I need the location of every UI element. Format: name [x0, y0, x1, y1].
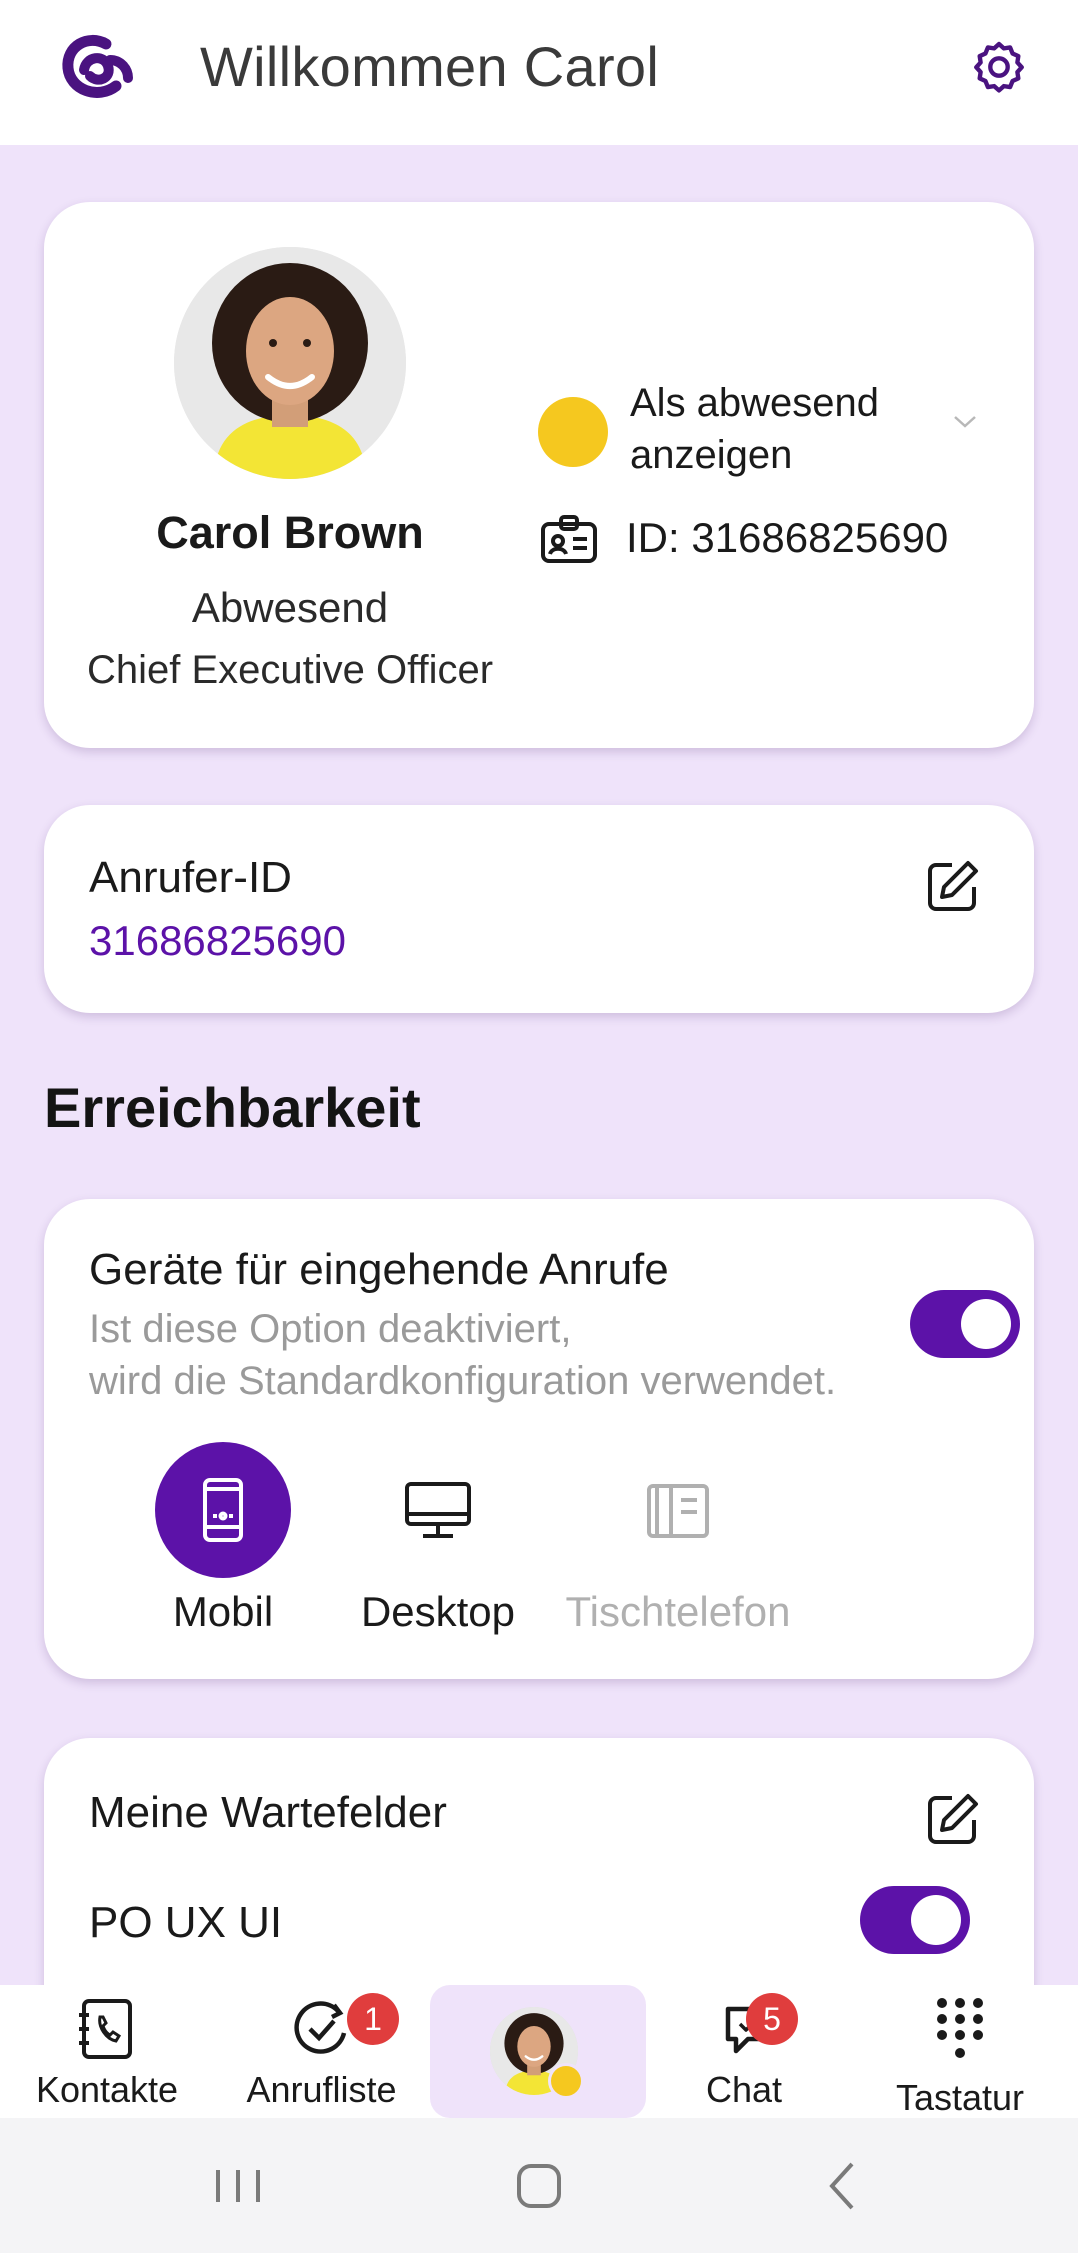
queues-title: Meine Wartefelder: [89, 1788, 447, 1837]
desk-phone-icon: [647, 1484, 709, 1538]
profile-name: Carol Brown: [156, 507, 424, 558]
caller-id-value: 31686825690: [89, 917, 346, 964]
device-mobile[interactable]: Mobil: [113, 1442, 333, 1636]
device-desktop-label: Desktop: [360, 1588, 516, 1635]
main-content[interactable]: Carol Brown Abwesend Chief Executive Off…: [0, 145, 1078, 1985]
nav-call-history[interactable]: 1 Anrufliste: [214, 1985, 429, 2118]
device-desktop[interactable]: Desktop: [328, 1442, 548, 1636]
presence-status-dot: [548, 2063, 584, 2099]
avatar[interactable]: [174, 247, 406, 479]
queues-card: Meine Wartefelder PO UX UI: [44, 1738, 1034, 1985]
devices-title: Geräte für eingehende Anrufe: [89, 1245, 669, 1294]
id-card-icon: [541, 515, 597, 563]
presence-status-dot[interactable]: [538, 397, 608, 467]
recent-apps-icon[interactable]: [208, 2156, 268, 2216]
nav-chat[interactable]: 5 Chat: [646, 1985, 842, 2118]
device-desk-phone-button[interactable]: [610, 1442, 746, 1578]
mobile-icon: [203, 1478, 243, 1542]
nav-contacts[interactable]: Kontakte: [0, 1985, 214, 2118]
queue-item-toggle[interactable]: [860, 1886, 970, 1954]
device-desk-phone-label: Tischtelefon: [565, 1588, 791, 1635]
bottom-navigation: Kontakte 1 Anrufliste 5 Chat Tastatur: [0, 1985, 1078, 2118]
edit-queues-icon[interactable]: [924, 1790, 982, 1848]
system-navigation-bar: [0, 2118, 1078, 2253]
profile-card: Carol Brown Abwesend Chief Executive Off…: [44, 202, 1034, 748]
presence-dropdown-label[interactable]: Als abwesend anzeigen: [630, 377, 950, 481]
devices-toggle[interactable]: [910, 1290, 1020, 1358]
profile-status: Abwesend: [191, 584, 389, 631]
device-desktop-button[interactable]: [370, 1442, 506, 1578]
keypad-icon: [937, 1998, 983, 2058]
queue-item-label: PO UX UI: [89, 1898, 283, 1947]
call-history-badge: 1: [347, 1993, 399, 2045]
nav-call-history-label: Anrufliste: [246, 2069, 397, 2110]
settings-gear-icon[interactable]: [970, 38, 1028, 96]
nav-keypad[interactable]: Tastatur: [842, 1985, 1078, 2118]
nav-contacts-label: Kontakte: [35, 2069, 179, 2110]
caller-id-card: Anrufer-ID 31686825690: [44, 805, 1034, 1013]
home-icon[interactable]: [509, 2156, 569, 2216]
app-logo-icon: [62, 34, 133, 98]
call-history-icon: [294, 2001, 347, 2054]
profile-id: ID: 31686825690: [626, 514, 949, 561]
edit-caller-id-icon[interactable]: [924, 857, 982, 915]
profile-job-title: Chief Executive Officer: [86, 648, 494, 692]
back-icon[interactable]: [814, 2156, 874, 2216]
incoming-devices-card: Geräte für eingehende Anrufe Ist diese O…: [44, 1199, 1034, 1679]
toggle-knob: [911, 1895, 961, 1945]
contacts-icon: [79, 1999, 132, 2059]
reachability-heading: Erreichbarkeit: [44, 1076, 421, 1139]
toggle-knob: [961, 1299, 1011, 1349]
chat-badge: 5: [746, 1993, 798, 2045]
device-mobile-label: Mobil: [172, 1588, 274, 1635]
device-mobile-button[interactable]: [155, 1442, 291, 1578]
device-desk-phone[interactable]: Tischtelefon: [548, 1442, 808, 1636]
app-header: Willkommen Carol: [0, 0, 1078, 145]
chevron-down-icon[interactable]: [950, 412, 980, 432]
nav-profile[interactable]: [430, 1985, 646, 2118]
nav-keypad-label: Tastatur: [895, 2077, 1025, 2118]
nav-chat-label: Chat: [705, 2069, 783, 2110]
page-title: Willkommen Carol: [200, 35, 660, 98]
caller-id-label: Anrufer-ID: [89, 853, 292, 902]
devices-description: Ist diese Option deaktiviert, wird die S…: [89, 1307, 837, 1403]
desktop-icon: [405, 1482, 471, 1538]
